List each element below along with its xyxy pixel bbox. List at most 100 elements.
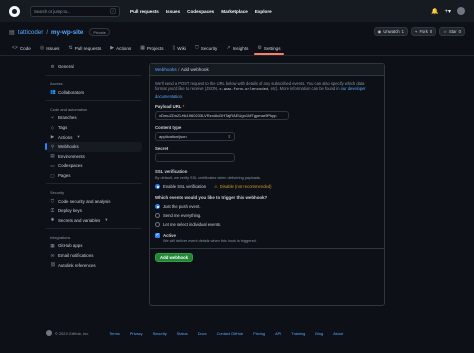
- footer-link-pricing[interactable]: Pricing: [253, 331, 265, 336]
- event-option-individual[interactable]: Let me select individual events.: [155, 222, 379, 228]
- footer-link-about[interactable]: About: [333, 331, 343, 336]
- sidebar-item-pages[interactable]: ▢ Pages: [46, 171, 142, 181]
- footer-link-docs[interactable]: Docs: [198, 331, 207, 336]
- event-option-all[interactable]: Send me everything.: [155, 213, 379, 219]
- add-webhook-button[interactable]: Add webhook: [155, 253, 194, 263]
- footer-link-api[interactable]: API: [275, 331, 281, 336]
- tab-label: Settings: [263, 45, 281, 51]
- nav-explore[interactable]: Explore: [255, 9, 272, 14]
- event-option-push[interactable]: Just the push event.: [155, 204, 379, 210]
- tag-icon: ◇: [50, 124, 55, 130]
- sidebar-item-webhooks[interactable]: ⚲ Webhooks: [45, 141, 142, 152]
- chevron-down-icon: ▾: [77, 134, 80, 140]
- footer-link-security[interactable]: Security: [153, 331, 167, 336]
- sidebar-group-code: Code and automation: [50, 106, 88, 112]
- event-all-radio[interactable]: [155, 213, 160, 219]
- footer-link-privacy[interactable]: Privacy: [130, 331, 143, 336]
- breadcrumb-webhooks-link[interactable]: Webhooks: [155, 67, 177, 72]
- content-type-select[interactable]: application/json ⇕: [155, 132, 235, 142]
- payload-url-label-text: Payload URL: [155, 104, 182, 110]
- search-input[interactable]: Search or jump to... /: [30, 5, 120, 17]
- sidebar-item-label: Deploy keys: [58, 208, 82, 214]
- event-all-label: Send me everything.: [163, 213, 202, 219]
- repo-icon: ▤: [9, 28, 15, 36]
- star-button[interactable]: ☆ Star 0: [439, 27, 465, 36]
- sidebar-item-collaborators[interactable]: 👥 Collaborators: [46, 88, 142, 98]
- shield-icon: ⛉: [50, 198, 55, 204]
- eye-icon: ◉: [377, 29, 382, 34]
- sidebar-item-tags[interactable]: ◇ Tags: [46, 123, 142, 133]
- star-icon: ☆: [443, 29, 447, 34]
- tab-security[interactable]: ⛉ Security: [192, 41, 220, 55]
- event-individual-radio[interactable]: [155, 222, 160, 228]
- sidebar-divider: [46, 74, 142, 76]
- content-type-value: application/json: [159, 134, 187, 140]
- footer-links: Terms Privacy Security Status Docs Conta…: [109, 331, 343, 336]
- sidebar-item-environments[interactable]: ▤ Environments: [46, 152, 142, 162]
- tab-settings[interactable]: ⚙ Settings: [254, 41, 284, 55]
- bell-icon[interactable]: 🔔: [431, 8, 438, 15]
- footer-link-status[interactable]: Status: [177, 331, 188, 336]
- nav-codespaces[interactable]: Codespaces: [187, 9, 214, 14]
- sidebar-divider: [46, 183, 142, 185]
- sidebar-item-code-security[interactable]: ⛉ Code security and analysis: [46, 196, 142, 206]
- copyright: © 2023 GitHub, Inc.: [55, 330, 90, 336]
- play-icon: ▶: [110, 45, 115, 51]
- tab-label: Actions: [116, 45, 132, 51]
- content-type-label: Content type: [155, 125, 182, 131]
- required-marker: *: [182, 104, 185, 110]
- footer-link-training[interactable]: Training: [291, 331, 305, 336]
- repo-owner-link[interactable]: tatticoder: [18, 29, 43, 36]
- unwatch-button[interactable]: ◉ Unwatch 1: [373, 27, 408, 36]
- tab-wiki[interactable]: ▯ Wiki: [170, 41, 189, 55]
- sidebar-item-label: Branches: [58, 115, 77, 121]
- form-divider: [150, 248, 384, 250]
- event-push-radio[interactable]: [155, 204, 160, 210]
- issue-icon: ◎: [39, 45, 45, 51]
- sidebar-item-email-notifications[interactable]: ✉ Email notifications: [46, 251, 142, 261]
- plus-icon[interactable]: +▾: [444, 8, 451, 15]
- asterisk-icon: ✱: [50, 217, 55, 223]
- repo-name-link[interactable]: my-wp-site: [51, 29, 83, 36]
- sidebar-item-label: Collaborators: [58, 89, 85, 95]
- unwatch-count: 1: [401, 29, 404, 34]
- visibility-badge: Private: [89, 28, 110, 36]
- tab-issues[interactable]: ◎ Issues: [37, 41, 63, 55]
- ssl-disable-option[interactable]: ⚠ Disable (not recommended): [214, 184, 271, 189]
- active-checkbox[interactable]: [155, 232, 160, 239]
- active-option[interactable]: Active: [155, 232, 379, 239]
- tab-code[interactable]: <> Code: [9, 41, 34, 55]
- footer-link-blog[interactable]: Blog: [315, 331, 323, 336]
- sidebar-item-deploy-keys[interactable]: ⚿ Deploy keys: [46, 206, 142, 216]
- nav-pull-requests[interactable]: Pull requests: [130, 9, 159, 14]
- sidebar-item-label: Webhooks: [58, 144, 79, 150]
- event-individual-label: Let me select individual events.: [163, 222, 222, 228]
- nav-issues[interactable]: Issues: [166, 9, 180, 14]
- fork-button[interactable]: ⑂ Fork 0: [410, 27, 437, 36]
- secret-input[interactable]: [155, 153, 235, 163]
- tab-actions[interactable]: ▶ Actions: [107, 41, 134, 55]
- ssl-enable-radio[interactable]: [155, 184, 160, 190]
- payload-url-input[interactable]: xDmuZDnZLHk1960233LVRzoiAcDHTajRAEUgn1MT…: [155, 111, 289, 121]
- tab-projects[interactable]: ▦ Projects: [137, 41, 166, 55]
- sidebar-item-secrets[interactable]: ✱ Secrets and variables ▾: [46, 216, 142, 226]
- browser-icon: ▢: [50, 172, 55, 178]
- intro-text: We'll send a POST request to the URL bel…: [155, 81, 375, 99]
- tab-pull-requests[interactable]: ⇅ Pull requests: [65, 41, 104, 55]
- github-logo-icon[interactable]: [46, 330, 52, 336]
- sidebar-item-github-apps[interactable]: ▦ GitHub apps: [46, 241, 142, 251]
- footer-link-terms[interactable]: Terms: [109, 331, 120, 336]
- github-logo-icon[interactable]: [9, 5, 20, 17]
- footer-link-contact[interactable]: Contact GitHub: [217, 331, 244, 336]
- avatar[interactable]: [457, 7, 465, 15]
- sidebar-item-actions[interactable]: ▶ Actions ▾: [46, 132, 142, 142]
- tab-insights[interactable]: ↗ Insights: [223, 41, 251, 55]
- shield-icon: ⛉: [194, 45, 199, 51]
- sidebar-item-codespaces[interactable]: ▭ Codespaces: [46, 161, 142, 171]
- tab-label: Code: [19, 45, 31, 51]
- sidebar-item-general[interactable]: ⚙ General: [46, 62, 142, 72]
- sidebar-item-autolink[interactable]: ⛓ Autolink references: [46, 260, 142, 270]
- nav-marketplace[interactable]: Marketplace: [221, 9, 248, 14]
- breadcrumb-current: Add webhook: [180, 67, 209, 72]
- sidebar-item-branches[interactable]: ⑂ Branches: [46, 113, 142, 123]
